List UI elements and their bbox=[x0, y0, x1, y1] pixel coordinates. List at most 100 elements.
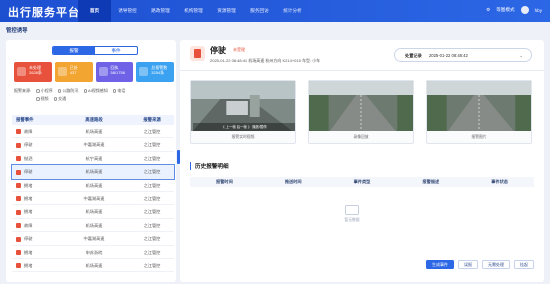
alarm-type-icon bbox=[16, 169, 21, 175]
filter-label: 报警来源: bbox=[14, 88, 32, 93]
bell-icon bbox=[139, 67, 149, 76]
table-row[interactable]: 故障 机场高速 之江管控 bbox=[12, 125, 174, 139]
table-row[interactable]: 停驶 中嘉湖高速 之江管控 bbox=[12, 232, 174, 246]
table-row[interactable]: 故障 机场高速 之江管控 bbox=[12, 219, 174, 233]
image-caption: 录像回放 bbox=[309, 131, 413, 143]
alarm-icon bbox=[17, 67, 26, 76]
event-cell: 停驶 bbox=[12, 232, 58, 244]
nav-item-revisit[interactable]: 服务回访 bbox=[243, 0, 276, 22]
settings-icon[interactable]: ⚙ bbox=[486, 7, 490, 13]
empty-box-icon bbox=[345, 205, 359, 215]
event-subtitle: 2025-01-22 08:48:41 机场高速 杭州方向 K214+015 车… bbox=[210, 58, 321, 63]
divider bbox=[180, 70, 544, 71]
road-cell: 机场高速 bbox=[85, 262, 103, 268]
stat-card-receipt[interactable]: 回执 58/1756 bbox=[95, 62, 134, 82]
alarm-image[interactable]: 报警图片 bbox=[426, 80, 532, 144]
alarm-type-icon bbox=[16, 209, 21, 215]
filter-miniapp[interactable]: 小程序 bbox=[36, 87, 53, 95]
alarm-table-body: 故障 机场高速 之江管控 停驶 中嘉湖高速 之江管控 抛洒 杭宁高速 之江管控 停驶 机场高速 之江管… bbox=[11, 125, 175, 273]
source-cell: 之江管控 bbox=[143, 222, 161, 228]
road-cell: 杭宁高速 bbox=[85, 155, 103, 161]
detail-panel: 停驶 未受理 2025-01-22 08:48:41 机场高速 杭州方向 K21… bbox=[180, 40, 544, 282]
mode-toggle[interactable]: 等图模式 bbox=[496, 7, 514, 13]
alarm-type-icon bbox=[16, 249, 21, 255]
source-cell: 之江管控 bbox=[143, 142, 161, 148]
alarm-type-icon bbox=[16, 142, 21, 148]
road-cell: 中嘉湖高速 bbox=[83, 236, 105, 242]
stat-card-handled[interactable]: 已处 437 bbox=[54, 62, 93, 82]
filter-ai[interactable]: AI视频感知 bbox=[83, 87, 108, 95]
nav-item-org[interactable]: 机构管理 bbox=[177, 0, 210, 22]
stat-card-total[interactable]: 总报警数 3254条 bbox=[136, 62, 174, 82]
event-cell: 停驶 bbox=[12, 138, 58, 150]
event-cell: 拥堵 bbox=[12, 246, 58, 258]
source-cell: 之江管控 bbox=[143, 209, 161, 215]
road-cell: 机场高速 bbox=[85, 129, 103, 134]
alarm-event-tabs: 报警 事件 bbox=[52, 46, 138, 55]
source-cell: 之江管控 bbox=[143, 155, 161, 161]
empty-text: 暂无数据 bbox=[344, 218, 360, 222]
chevron-down-icon: ⌄ bbox=[519, 53, 523, 58]
process-label: 处置记录 bbox=[405, 53, 422, 58]
avatar[interactable] bbox=[520, 6, 529, 14]
process-time: 2025-01-22 08:48:42 bbox=[428, 53, 468, 58]
suspend-button[interactable]: 挂起 bbox=[514, 260, 534, 269]
table-row[interactable]: 拥堵 机场高速 之江管控 bbox=[12, 179, 174, 192]
create-event-button[interactable]: 生成事件 bbox=[426, 260, 454, 269]
image-caption: 报警实时视频 bbox=[191, 131, 295, 143]
event-cell: 抛洒 bbox=[12, 152, 58, 164]
road-cell: 机场高速 bbox=[85, 169, 103, 175]
stop-icon bbox=[190, 46, 205, 61]
road-cell: 申苏浙皖 bbox=[85, 249, 103, 255]
video-frame bbox=[309, 81, 413, 133]
event-cell: 故障 bbox=[12, 219, 58, 231]
event-title: 停驶 bbox=[210, 46, 226, 55]
source-cell: 之江管控 bbox=[143, 249, 161, 255]
no-action-button[interactable]: 无需处理 bbox=[482, 260, 510, 269]
top-bar: 出行服务平台 首页 诱导管控 路政管理 机构管理 资源管理 服务回访 统计分析 … bbox=[0, 0, 550, 22]
table-row[interactable]: 拥堵 中嘉湖高速 之江管控 bbox=[12, 192, 174, 206]
user-name[interactable]: hby bbox=[535, 8, 542, 13]
alarm-table-header: 报警事件 高速路段 报警来源 bbox=[12, 115, 174, 125]
table-row[interactable]: 抛洒 杭宁高速 之江管控 bbox=[12, 152, 174, 166]
filter-traffic[interactable]: 交通 bbox=[53, 95, 66, 103]
road-cell: 机场高速 bbox=[85, 222, 103, 228]
stat-card-unhandled[interactable]: 未处理 2628条 bbox=[14, 62, 52, 82]
live-video[interactable]: 《 上一帧 后一帧 》 播放/暂停 报警实时视频 bbox=[190, 80, 296, 144]
alarm-type-icon bbox=[16, 129, 21, 135]
road-cell: 中嘉湖高速 bbox=[83, 142, 105, 148]
process-record-dropdown[interactable]: 处置记录 2025-01-22 08:48:42 ⌄ bbox=[394, 48, 532, 62]
alarm-type-icon bbox=[16, 263, 21, 269]
nav-item-resource[interactable]: 资源管理 bbox=[210, 0, 243, 22]
tab-event[interactable]: 事件 bbox=[95, 47, 137, 54]
filter-flood[interactable]: 公路防汛 bbox=[57, 87, 78, 95]
source-cell: 之江管控 bbox=[143, 262, 161, 268]
filter-phone[interactable]: 电话 bbox=[112, 87, 125, 95]
table-row[interactable]: 停驶 中嘉湖高速 之江管控 bbox=[12, 138, 174, 152]
source-cell: 之江管控 bbox=[143, 195, 161, 201]
nav-item-stats[interactable]: 统计分析 bbox=[276, 0, 309, 22]
table-row[interactable]: 拥堵 申苏浙皖 之江管控 bbox=[12, 246, 174, 259]
false-alarm-button[interactable]: 误报 bbox=[458, 260, 478, 269]
tab-alarm[interactable]: 报警 bbox=[53, 47, 95, 54]
event-cell: 拥堵 bbox=[12, 205, 58, 217]
source-cell: 之江管控 bbox=[143, 129, 161, 134]
alarm-type-icon bbox=[16, 156, 21, 162]
nav-item-road[interactable]: 路政管理 bbox=[144, 0, 177, 22]
image-caption: 报警图片 bbox=[427, 131, 531, 143]
event-cell: 故障 bbox=[12, 125, 58, 137]
table-row[interactable]: 停驶 机场高速 之江管控 bbox=[11, 164, 175, 180]
table-row[interactable]: 拥堵 机场高速 之江管控 bbox=[12, 259, 174, 273]
source-filters: 报警来源: 小程序 公路防汛 AI视频感知 电话 视频 交通 bbox=[14, 87, 174, 103]
video-controls[interactable]: 《 上一帧 后一帧 》 播放/暂停 bbox=[193, 123, 295, 131]
nav-item-guidance[interactable]: 诱导管控 bbox=[111, 0, 144, 22]
empty-state: 暂无数据 bbox=[342, 205, 362, 235]
history-table-header: 报警时间 推送时间 事件类型 报警描述 事件状态 bbox=[190, 177, 534, 187]
event-cell: 拥堵 bbox=[12, 179, 58, 191]
table-row[interactable]: 拥堵 机场高速 之江管控 bbox=[12, 205, 174, 219]
filter-video[interactable]: 视频 bbox=[36, 95, 49, 103]
alarm-type-icon bbox=[16, 196, 21, 202]
alarm-type-icon bbox=[16, 223, 21, 229]
playback-video[interactable]: 录像回放 bbox=[308, 80, 414, 144]
nav-item-home[interactable]: 首页 bbox=[78, 0, 111, 22]
